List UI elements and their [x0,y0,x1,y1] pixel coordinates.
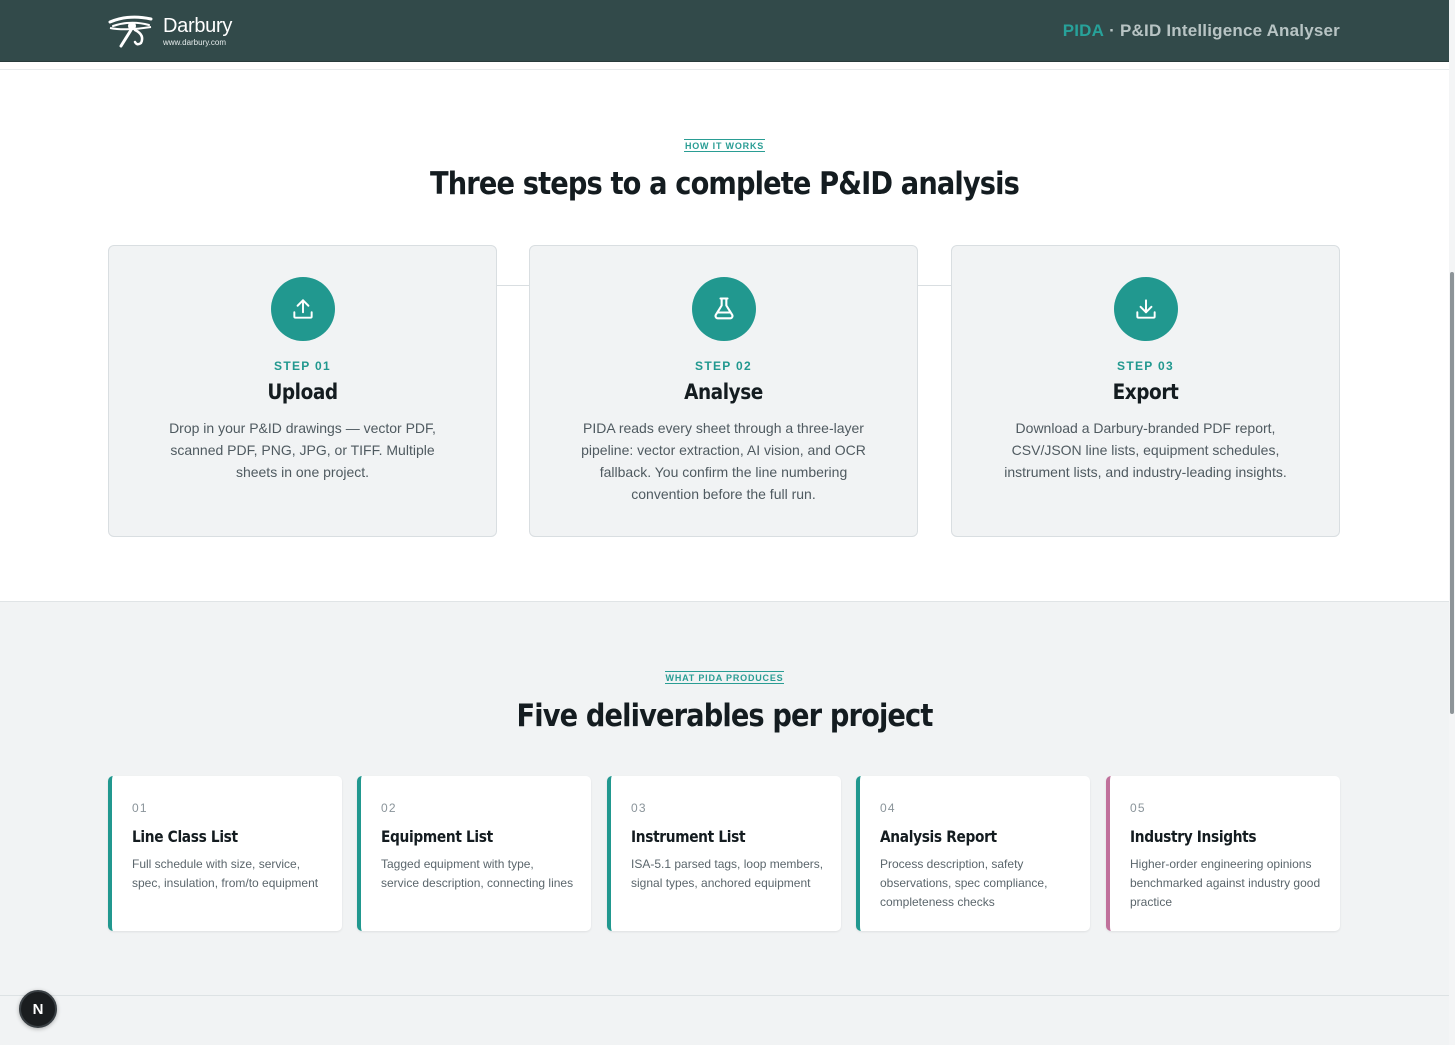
download-icon [1114,277,1178,341]
logo-url: www.darbury.com [163,37,226,47]
deliverable-number: 02 [381,801,397,815]
step-connector [918,285,951,286]
deliverable-card-line-class-list: 01 Line Class List Full schedule with si… [108,776,342,931]
step-description: PIDA reads every sheet through a three-l… [581,420,866,502]
deliverable-card-equipment-list: 02 Equipment List Tagged equipment with … [357,776,591,931]
step-title: Analyse [684,380,763,404]
step-title: Upload [267,380,338,404]
next-dev-tools-button[interactable]: N [19,990,57,1028]
step-card-analyse: STEP 02 Analyse PIDA reads every sheet t… [529,245,918,537]
deliverable-card-instrument-list: 03 Instrument List ISA-5.1 parsed tags, … [607,776,841,931]
deliverable-number: 01 [132,801,148,815]
top-header: Darbury www.darbury.com PIDA · P&ID Intell… [0,0,1449,62]
eye-of-horus-icon [108,15,153,48]
deliverable-card-analysis-report: 04 Analysis Report Process description, … [856,776,1090,931]
deliverables-section: WHAT PIDA PRODUCES Five deliverables per… [0,601,1449,1045]
deliverable-title: Equipment List [381,827,493,846]
app-title: PIDA · P&ID Intelligence Analyser [1063,21,1340,41]
section-divider [0,995,1449,996]
scrollbar-thumb[interactable] [1450,272,1454,714]
deliverable-number: 04 [880,801,896,815]
section-title: Five deliverables per project [516,698,933,734]
page-scrollbar[interactable] [1449,0,1455,1045]
step-title: Export [1112,380,1179,404]
darbury-logo[interactable]: Darbury www.darbury.com [107,11,232,51]
deliverable-card-industry-insights: 05 Industry Insights Higher-order engine… [1106,776,1340,931]
deliverable-title: Instrument List [631,827,746,846]
brand-name: PIDA [1062,21,1105,40]
upload-icon [271,277,335,341]
deliverable-title: Industry Insights [1130,827,1257,846]
flask-icon [692,277,756,341]
step-connector [497,285,529,286]
how-it-works-section: HOW IT WORKS Three steps to a complete P… [0,70,1449,601]
deliverable-title: Analysis Report [880,827,997,846]
section-eyebrow: HOW IT WORKS [683,139,766,152]
page: Darbury www.darbury.com PIDA · P&ID Intell… [0,0,1449,1045]
step-label: STEP 02 [695,359,752,373]
step-description: Drop in your P&ID drawings — vector PDF,… [169,420,436,480]
step-label: STEP 03 [1117,359,1174,373]
deliverable-description: Tagged equipment with type, service desc… [381,857,574,890]
step-card-upload: STEP 01 Upload Drop in your P&ID drawing… [108,245,497,537]
deliverable-description: Process description, safety observations… [880,857,1048,909]
deliverable-description: ISA-5.1 parsed tags, loop members, signa… [631,857,824,890]
section-eyebrow: WHAT PIDA PRODUCES [664,671,785,684]
deliverable-description: Higher-order engineering opinions benchm… [1130,857,1321,909]
app-title-text: P&ID Intelligence Analyser [1120,21,1340,40]
step-card-export: STEP 03 Export Download a Darbury-brande… [951,245,1340,537]
logo-name: Darbury [163,14,233,37]
deliverable-title: Line Class List [132,827,238,846]
title-separator: · [1109,21,1116,40]
section-title: Three steps to a complete P&ID analysis [430,166,1020,202]
step-label: STEP 01 [274,359,331,373]
deliverable-description: Full schedule with size, service, spec, … [132,857,319,890]
deliverable-number: 05 [1130,801,1146,815]
step-description: Download a Darbury-branded PDF report, C… [1004,420,1287,480]
deliverable-number: 03 [631,801,647,815]
